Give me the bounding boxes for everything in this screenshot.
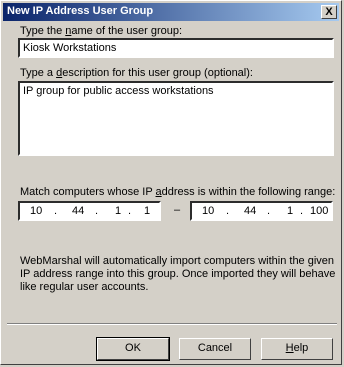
end-ip-octet-2: 44 xyxy=(244,205,257,217)
end-ip-octet-3: 1 xyxy=(287,205,294,217)
cancel-button[interactable]: Cancel xyxy=(179,338,251,360)
help-button[interactable]: Help xyxy=(261,338,333,360)
close-button[interactable]: X xyxy=(321,5,337,19)
name-label: Type the name of the user group: xyxy=(20,25,183,37)
new-ip-group-dialog: New IP Address User Group X Type the nam… xyxy=(0,0,342,365)
start-ip-octet-3: 1 xyxy=(115,205,122,217)
title-bar[interactable]: New IP Address User Group X xyxy=(3,3,339,21)
dialog-title: New IP Address User Group xyxy=(7,5,154,17)
close-icon: X xyxy=(325,6,333,18)
start-ip-octet-4: 1 xyxy=(144,205,151,217)
start-ip-octet-1: 10 xyxy=(30,205,43,217)
end-ip-octet-1: 10 xyxy=(202,205,215,217)
description-textarea[interactable]: IP group for public access workstations xyxy=(18,81,334,156)
ip-dot: . xyxy=(226,205,230,217)
divider xyxy=(7,323,337,325)
ip-dot: . xyxy=(128,205,132,217)
ip-dot: . xyxy=(95,205,99,217)
ok-button[interactable]: OK xyxy=(96,337,170,361)
ip-dot: . xyxy=(267,205,271,217)
start-ip-octet-2: 44 xyxy=(72,205,85,217)
group-name-input[interactable]: Kiosk Workstations xyxy=(18,38,334,58)
end-ip-input[interactable]: 10 . 44 . 1 . 100 xyxy=(190,201,333,221)
range-separator: – xyxy=(174,204,181,216)
start-ip-input[interactable]: 10 . 44 . 1 . 1 xyxy=(18,201,161,221)
description-label: Type a description for this user group (… xyxy=(20,67,253,79)
info-text: WebMarshal will automatically import com… xyxy=(20,255,336,293)
range-label: Match computers whose IP address is with… xyxy=(20,186,336,198)
ip-dot: . xyxy=(54,205,58,217)
ip-dot: . xyxy=(300,205,304,217)
end-ip-octet-4: 100 xyxy=(310,205,329,217)
